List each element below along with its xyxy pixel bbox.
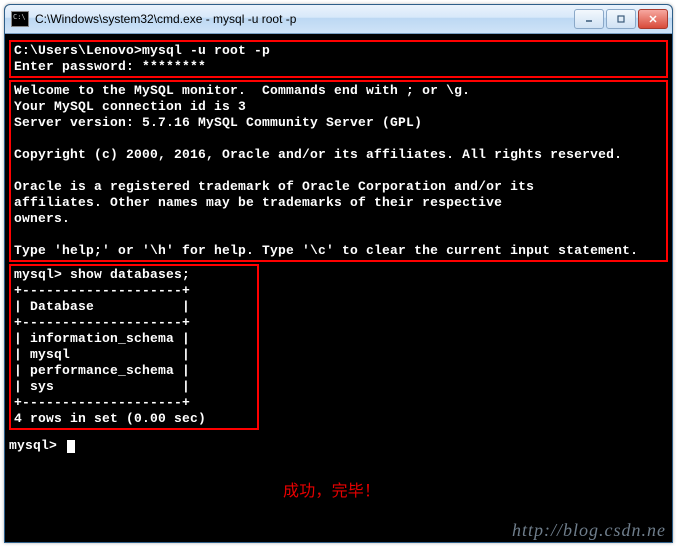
cursor-icon [67,440,75,453]
app-icon [11,11,29,27]
blank-line [14,163,663,179]
highlight-box-login: C:\Users\Lenovo>mysql -u root -p Enter p… [9,40,668,78]
login-command: C:\Users\Lenovo>mysql -u root -p [14,43,663,59]
titlebar[interactable]: C:\Windows\system32\cmd.exe - mysql -u r… [5,5,672,34]
table-row: | mysql | [14,347,254,363]
copyright-line: Copyright (c) 2000, 2016, Oracle and/or … [14,147,663,163]
close-button[interactable] [638,9,668,29]
table-header: | Database | [14,299,254,315]
table-border: +--------------------+ [14,395,254,411]
terminal-output[interactable]: C:\Users\Lenovo>mysql -u root -p Enter p… [5,34,672,542]
window-title: C:\Windows\system32\cmd.exe - mysql -u r… [35,12,574,26]
welcome-line: Server version: 5.7.16 MySQL Community S… [14,115,663,131]
trademark-line: Oracle is a registered trademark of Orac… [14,179,663,195]
highlight-box-welcome: Welcome to the MySQL monitor. Commands e… [9,80,668,262]
trademark-line: owners. [14,211,663,227]
rows-summary: 4 rows in set (0.00 sec) [14,411,254,427]
highlight-box-query: mysql> show databases; +----------------… [9,264,259,430]
query-command: mysql> show databases; [14,267,254,283]
table-row: | information_schema | [14,331,254,347]
table-row: | performance_schema | [14,363,254,379]
welcome-line: Your MySQL connection id is 3 [14,99,663,115]
watermark-text: http://blog.csdn.ne [512,522,666,538]
table-row: | sys | [14,379,254,395]
blank-line [14,131,663,147]
mysql-prompt: mysql> [9,438,65,453]
minimize-button[interactable] [574,9,604,29]
welcome-line: Welcome to the MySQL monitor. Commands e… [14,83,663,99]
window-buttons [574,9,668,29]
table-border: +--------------------+ [14,315,254,331]
table-border: +--------------------+ [14,283,254,299]
password-prompt: Enter password: ******** [14,59,663,75]
annotation-success: 成功，完毕！ [283,484,380,500]
blank-line [14,227,663,243]
trademark-line: affiliates. Other names may be trademark… [14,195,663,211]
help-line: Type 'help;' or '\h' for help. Type '\c'… [14,243,663,259]
cmd-window: C:\Windows\system32\cmd.exe - mysql -u r… [4,4,673,543]
maximize-button[interactable] [606,9,636,29]
prompt-line: mysql> [9,438,668,454]
